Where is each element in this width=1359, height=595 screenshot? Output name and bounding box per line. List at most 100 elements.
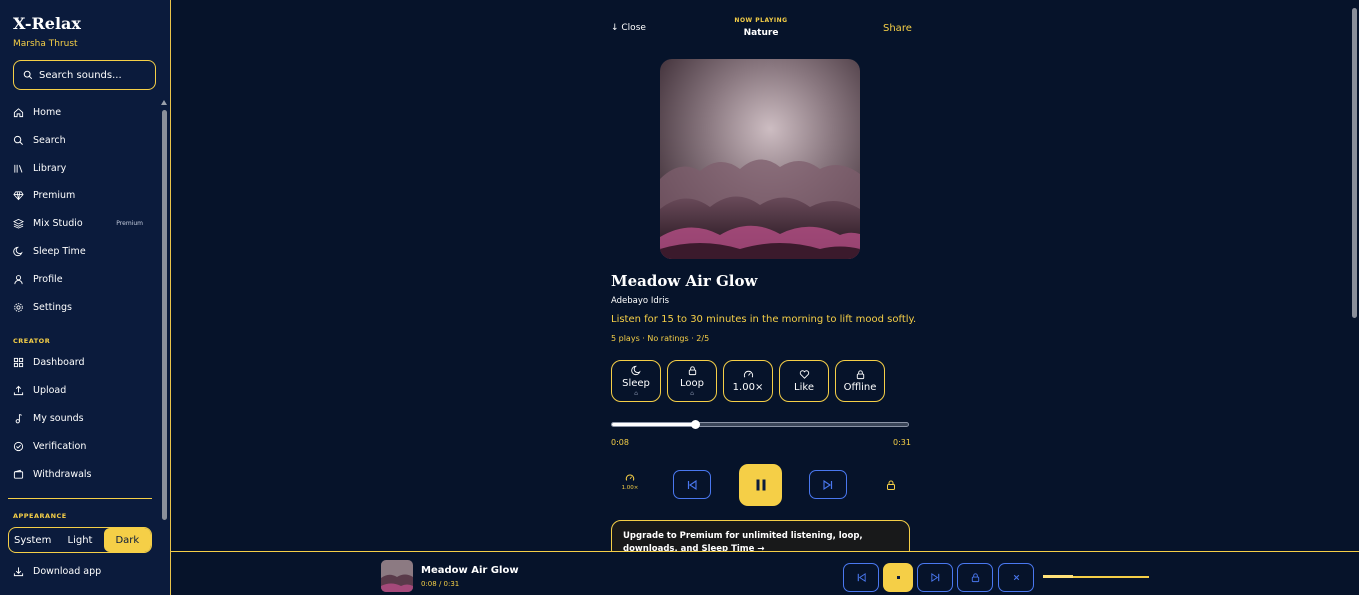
layers-icon: [13, 218, 24, 229]
sleep-button[interactable]: Sleep ⌂: [611, 360, 661, 402]
download-app-button[interactable]: Download app: [13, 561, 153, 581]
chip-label: Loop: [680, 378, 704, 389]
lock-icon: [856, 370, 864, 380]
nav-label: My sounds: [33, 412, 84, 424]
nav-label: Withdrawals: [33, 468, 92, 480]
premium-badge: Premium: [116, 219, 143, 227]
current-time: 0:08: [611, 438, 629, 447]
speed-icon: [625, 474, 635, 481]
lock-icon: ⌂: [634, 390, 638, 397]
home-icon: [13, 107, 24, 117]
moon-icon: [630, 365, 641, 376]
nav-item-my-sounds[interactable]: My sounds: [13, 408, 153, 428]
nav-label: Premium: [33, 189, 76, 201]
app-logo[interactable]: X-Relax: [13, 14, 81, 33]
mini-next-button[interactable]: [917, 563, 953, 592]
appearance-option-light[interactable]: Light: [56, 528, 103, 552]
sidebar-divider: [8, 498, 152, 499]
loop-button[interactable]: Loop ⌂: [667, 360, 717, 402]
mini-progress-bar[interactable]: [1043, 575, 1149, 578]
nav-item-profile[interactable]: Profile: [13, 269, 153, 289]
nav-label: Sleep Time: [33, 245, 86, 257]
main-scrollbar[interactable]: [1350, 0, 1359, 551]
speed-value: 1.00×: [621, 485, 639, 491]
nav-item-verification[interactable]: Verification: [13, 436, 153, 456]
nav-item-withdrawals[interactable]: Withdrawals: [13, 464, 153, 484]
chip-label: Offline: [843, 382, 877, 393]
appearance-section-label: APPEARANCE: [13, 512, 67, 520]
progress-slider[interactable]: [611, 420, 909, 429]
mini-pause-button[interactable]: [883, 563, 913, 592]
skip-back-icon: [857, 572, 866, 583]
lock-icon: [688, 366, 696, 376]
mini-previous-button[interactable]: [843, 563, 879, 592]
sidebar: X-Relax Marsha Thrust Search sounds... H…: [0, 0, 171, 595]
user-name: Marsha Thrust: [13, 39, 78, 49]
search-icon: [23, 70, 33, 80]
library-icon: [14, 164, 23, 173]
mini-album-art[interactable]: [381, 560, 413, 592]
scroll-thumb[interactable]: [162, 110, 167, 520]
nav-label: Mix Studio: [33, 217, 83, 229]
track-artist[interactable]: Adebayo Idris: [611, 296, 669, 306]
nav-label: Profile: [33, 273, 63, 285]
pause-button[interactable]: [739, 464, 782, 506]
diamond-icon: [13, 190, 24, 200]
close-button[interactable]: ↓ Close: [611, 23, 646, 33]
nav-item-search[interactable]: Search: [13, 130, 153, 150]
appearance-option-system[interactable]: System: [9, 528, 56, 552]
nav-item-home[interactable]: Home: [13, 102, 153, 122]
skip-forward-icon: [823, 479, 833, 490]
nav-item-upload[interactable]: Upload: [13, 380, 153, 400]
progress-knob[interactable]: [690, 420, 700, 429]
dashboard-icon: [13, 357, 24, 367]
mini-track-title: Meadow Air Glow: [421, 565, 519, 576]
creator-section-label: CREATOR: [13, 337, 51, 345]
nav-item-settings[interactable]: Settings: [13, 297, 153, 317]
scroll-up-arrow[interactable]: [161, 100, 167, 105]
chip-label: Sleep: [622, 378, 650, 389]
speed-button[interactable]: 1.00×: [723, 360, 773, 402]
chip-label: Like: [794, 382, 814, 393]
track-description: Listen for 15 to 30 minutes in the morni…: [611, 314, 917, 325]
search-input[interactable]: Search sounds...: [13, 60, 156, 90]
download-icon: [13, 566, 24, 576]
nav-label: Upload: [33, 384, 67, 396]
chip-label: 1.00×: [732, 382, 764, 393]
album-art: [660, 59, 860, 259]
nav-label: Library: [33, 162, 67, 174]
now-playing-category: Nature: [743, 28, 779, 38]
like-button[interactable]: Like: [779, 360, 829, 402]
mini-close-button[interactable]: [998, 563, 1034, 592]
nav-item-library[interactable]: Library: [13, 158, 153, 178]
pause-icon: [896, 576, 900, 579]
lock-icon: ⌂: [690, 390, 694, 397]
upload-icon: [13, 385, 24, 395]
track-title: Meadow Air Glow: [611, 272, 758, 290]
nav-label: Home: [33, 106, 62, 118]
search-icon: [13, 135, 23, 145]
lock-icon[interactable]: [885, 479, 897, 491]
now-playing-label: NOW PLAYING: [734, 17, 788, 24]
nav-label: Settings: [33, 301, 72, 313]
offline-button[interactable]: Offline: [835, 360, 885, 402]
nav-item-sleep-time[interactable]: Sleep Time: [13, 241, 153, 261]
nav-item-dashboard[interactable]: Dashboard: [13, 352, 153, 372]
progress-fill: [612, 423, 695, 426]
previous-button[interactable]: [673, 470, 711, 499]
nav-item-premium[interactable]: Premium: [13, 185, 153, 205]
scroll-thumb[interactable]: [1352, 8, 1357, 318]
skip-forward-icon: [930, 572, 939, 583]
share-button[interactable]: Share: [883, 23, 912, 34]
nav-item-mix-studio[interactable]: Mix Studio Premium: [13, 213, 153, 233]
appearance-option-dark[interactable]: Dark: [103, 528, 151, 552]
pause-icon: [756, 479, 765, 491]
speed-icon: [743, 370, 753, 378]
app-root: X-Relax Marsha Thrust Search sounds... H…: [0, 0, 1359, 595]
next-button[interactable]: [809, 470, 847, 499]
speed-control[interactable]: 1.00×: [620, 473, 640, 491]
mini-lock-button[interactable]: [957, 563, 993, 592]
appearance-toggle: System Light Dark: [8, 527, 152, 553]
sidebar-scrollbar[interactable]: [161, 100, 168, 595]
mini-player: Meadow Air Glow 0:08 / 0:31: [171, 551, 1359, 595]
